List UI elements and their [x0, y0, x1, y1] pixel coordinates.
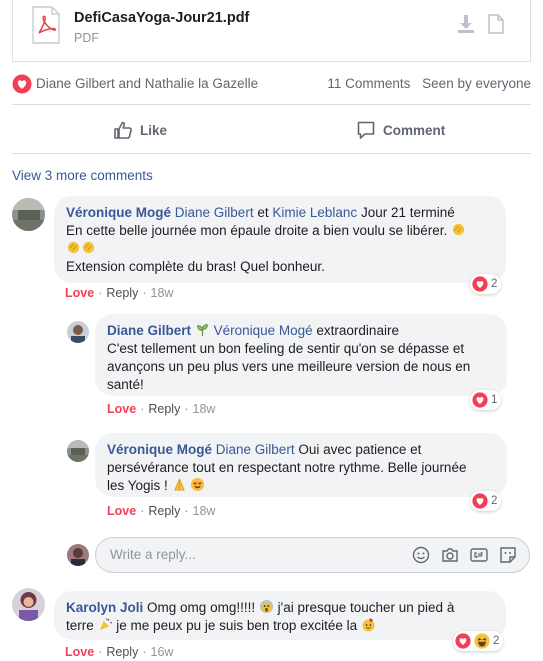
attachment-card[interactable]: DefiCasaYoga-Jour21.pdf PDF	[12, 0, 531, 62]
comment-text: les Yogis !	[107, 478, 168, 493]
reaction-count: 2	[491, 495, 498, 507]
comment-meta: Love · Reply · 18w	[107, 504, 216, 518]
reply-link[interactable]: Reply	[148, 504, 180, 518]
comment-author[interactable]: Véronique Mogé	[66, 205, 171, 220]
clapping-hands-emoji-icon	[67, 241, 80, 254]
comments-count[interactable]: 11 Comments	[327, 76, 410, 91]
speech-bubble-icon	[357, 121, 375, 139]
reaction-count: 2	[491, 278, 498, 290]
divider	[12, 153, 531, 154]
praying-hands-emoji-icon	[173, 478, 185, 491]
comment-time[interactable]: 18w	[151, 286, 174, 300]
comment-label: Comment	[383, 122, 446, 138]
comment-meta: Love · Reply · 16w	[65, 645, 174, 659]
comment-text: avançons un peu plus vers une meilleure …	[107, 359, 471, 374]
party-popper-emoji-icon	[99, 618, 112, 631]
love-link[interactable]: Love	[107, 504, 136, 518]
avatar[interactable]	[12, 588, 45, 621]
comment-text: et	[257, 205, 269, 220]
reply-bubble: Diane Gilbert Véronique Mogé extraordina…	[95, 314, 507, 396]
comment-reaction-count[interactable]: 2	[470, 274, 502, 294]
comment-text: je me peux pu je suis ben trop excitée l…	[116, 618, 358, 633]
sticker-icon[interactable]	[499, 546, 517, 564]
emoji-icon[interactable]	[412, 546, 430, 564]
love-link[interactable]: Love	[107, 402, 136, 416]
document-icon[interactable]	[488, 14, 504, 34]
comment-time[interactable]: 18w	[193, 402, 216, 416]
gif-icon[interactable]	[470, 546, 488, 564]
reply-placeholder: Write a reply...	[110, 547, 196, 562]
reaction-count: 1	[491, 394, 498, 406]
reaction-summary: Diane Gilbert and Nathalie la Gazelle 11…	[12, 71, 531, 99]
love-reaction-icon	[472, 493, 488, 509]
comment-reaction-count[interactable]: 2	[453, 631, 504, 651]
attachment-file-name[interactable]: DefiCasaYoga-Jour21.pdf	[74, 10, 249, 26]
comment-reaction-count[interactable]: 2	[470, 491, 502, 511]
comment-author[interactable]: Diane Gilbert	[107, 323, 191, 338]
love-reaction-icon	[472, 392, 488, 408]
comment-text: C'est tellement un bon feeling de sentir…	[107, 341, 465, 356]
comment-time[interactable]: 16w	[151, 645, 174, 659]
comment-author[interactable]: Karolyn Joli	[66, 600, 143, 615]
divider	[12, 104, 531, 105]
tagged-user[interactable]: Diane Gilbert	[216, 442, 295, 457]
love-link[interactable]: Love	[65, 286, 94, 300]
comment-time[interactable]: 18w	[193, 504, 216, 518]
seedling-emoji-icon	[196, 324, 208, 337]
comment-bubble: Karolyn Joli Omg omg omg!!!!! j'ai presq…	[54, 591, 506, 640]
download-icon[interactable]	[457, 14, 475, 34]
clapping-hands-emoji-icon	[452, 223, 465, 236]
reply-link[interactable]: Reply	[106, 286, 138, 300]
clapping-hands-emoji-icon	[82, 241, 95, 254]
screaming-face-emoji-icon	[259, 599, 273, 614]
comment-bubble: Véronique Mogé Diane Gilbert et Kimie Le…	[54, 196, 506, 283]
comment-text: Oui avec patience et	[298, 442, 422, 457]
camera-icon[interactable]	[441, 546, 459, 564]
view-more-comments-link[interactable]: View 3 more comments	[12, 168, 153, 183]
comment-text: persévérance tout en respectant notre ry…	[107, 460, 467, 475]
reactor-names[interactable]: Diane Gilbert and Nathalie la Gazelle	[36, 76, 258, 91]
like-label: Like	[140, 122, 168, 138]
comment-text: santé!	[107, 377, 144, 392]
partying-face-emoji-icon	[362, 617, 375, 632]
seen-by[interactable]: Seen by everyone	[422, 76, 531, 91]
tagged-user[interactable]: Diane Gilbert	[175, 205, 254, 220]
reply-bubble: Véronique Mogé Diane Gilbert Oui avec pa…	[95, 433, 507, 497]
love-reaction-icon	[455, 633, 471, 649]
pdf-file-icon	[32, 6, 60, 44]
reaction-count: 2	[493, 635, 500, 647]
comment-meta: Love · Reply · 18w	[107, 402, 216, 416]
comment-text: Omg omg omg!!!!!	[147, 600, 256, 615]
comment-text: j'ai presque toucher un pied à	[277, 600, 455, 615]
love-link[interactable]: Love	[65, 645, 94, 659]
attachment-file-type: PDF	[74, 31, 99, 45]
thumbs-up-icon	[114, 121, 132, 139]
heart-eyes-emoji-icon	[191, 477, 205, 492]
comment-text: En cette belle journée mon épaule droite…	[66, 223, 448, 238]
tagged-user[interactable]: Véronique Mogé	[214, 323, 313, 338]
avatar[interactable]	[67, 440, 89, 462]
comment-text: Jour 21 terminé	[360, 205, 455, 220]
tagged-user[interactable]: Kimie Leblanc	[272, 205, 357, 220]
comment-button[interactable]: Comment	[356, 117, 445, 143]
reply-link[interactable]: Reply	[106, 645, 138, 659]
avatar[interactable]	[67, 321, 89, 343]
love-reaction-icon[interactable]	[12, 74, 32, 94]
comment-text: Extension complète du bras! Quel bonheur…	[66, 259, 325, 274]
like-button[interactable]: Like	[113, 117, 167, 143]
comment-author[interactable]: Véronique Mogé	[107, 442, 212, 457]
reply-input[interactable]: Write a reply...	[95, 537, 530, 573]
avatar[interactable]	[12, 198, 45, 231]
comment-meta: Love · Reply · 18w	[65, 286, 174, 300]
comment-text: terre	[66, 618, 94, 633]
current-user-avatar	[67, 544, 89, 566]
haha-reaction-icon	[474, 633, 490, 649]
comment-reaction-count[interactable]: 1	[470, 390, 502, 410]
reply-link[interactable]: Reply	[148, 402, 180, 416]
comment-text: extraordinaire	[316, 323, 399, 338]
love-reaction-icon	[472, 276, 488, 292]
